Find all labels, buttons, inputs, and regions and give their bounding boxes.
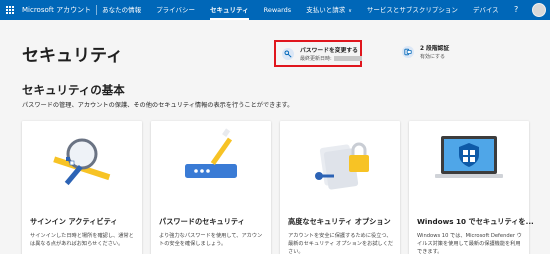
redacted-date (333, 56, 362, 61)
change-password-action[interactable]: パスワードを変更する 最終更新日時: (274, 40, 362, 67)
two-step-subtitle: 有効にする (420, 54, 446, 60)
nav-item-payment-billing[interactable]: 支払いと請求 ∨ (306, 0, 352, 20)
card-title: 高度なセキュリティ オプション (288, 217, 391, 226)
nav-item-privacy[interactable]: プライバシー (156, 0, 195, 20)
nav-item-label: 支払いと請求 (306, 6, 346, 14)
card-body: より強力なパスワードを使用して、アカウントの安全を確保しましょう。 (159, 233, 263, 247)
section-title: セキュリティの基本 (22, 83, 125, 97)
card-windows-security[interactable]: Windows 10 でセキュリティを... Windows 10 では、Mic… (409, 121, 534, 254)
nav-item-security[interactable]: セキュリティ (209, 0, 249, 20)
card-body: Windows 10 では、Microsoft Defender ウイルス対策を… (417, 233, 522, 254)
password-icon (185, 128, 237, 178)
card-body: アカウントを安全に保護するために役立つ、最新のセキュリティ オプションをお試しく… (288, 233, 394, 254)
nav-item-rewards[interactable]: Rewards (264, 0, 292, 20)
card-title: パスワードのセキュリティ (159, 217, 245, 226)
app-launcher-icon[interactable] (0, 0, 20, 20)
nav-item-services-subscriptions[interactable]: サービスとサブスクリプション (367, 0, 458, 20)
card-title: Windows 10 でセキュリティを... (417, 217, 534, 226)
chevron-down-icon: ∨ (348, 8, 352, 14)
top-nav-bar: Microsoft アカウント あなたの情報 プライバシー セキュリティ Rew… (0, 0, 550, 20)
card-signin-activity[interactable]: サインイン アクティビティ サインインした日時と場所を確認し、通常とは異なる点が… (22, 121, 142, 254)
card-password-security[interactable]: パスワードのセキュリティ より強力なパスワードを使用して、アカウントの安全を確保… (151, 121, 271, 254)
last-updated-label: 最終更新日時: (300, 56, 332, 62)
two-step-verification-action[interactable]: 2 段階認証 有効にする (402, 43, 449, 60)
lock-icon (315, 142, 369, 190)
windows-shield-icon (435, 136, 503, 178)
change-password-title: パスワードを変更する (300, 48, 358, 54)
nav-divider (96, 5, 98, 15)
help-icon[interactable]: ? (514, 0, 518, 20)
brand-title[interactable]: Microsoft アカウント (22, 5, 91, 15)
card-advanced-security[interactable]: 高度なセキュリティ オプション アカウントを安全に保護するために役立つ、最新のセ… (280, 121, 400, 254)
magnifier-icon (53, 138, 111, 186)
verification-icon (402, 45, 414, 58)
card-body: サインインした日時と場所を確認し、通常とは異なる点があればお知らせください。 (30, 233, 134, 247)
two-step-title: 2 段階認証 (420, 46, 450, 52)
nav-item-your-info[interactable]: あなたの情報 (102, 0, 141, 20)
key-icon (282, 47, 294, 60)
card-title: サインイン アクティビティ (30, 217, 118, 226)
page-title: セキュリティ (22, 46, 123, 66)
nav-item-devices[interactable]: デバイス (473, 0, 499, 20)
section-description: パスワードの管理、アカウントの保護、その他のセキュリティ情報の表示を行うことがで… (22, 102, 294, 109)
avatar[interactable] (532, 3, 546, 17)
